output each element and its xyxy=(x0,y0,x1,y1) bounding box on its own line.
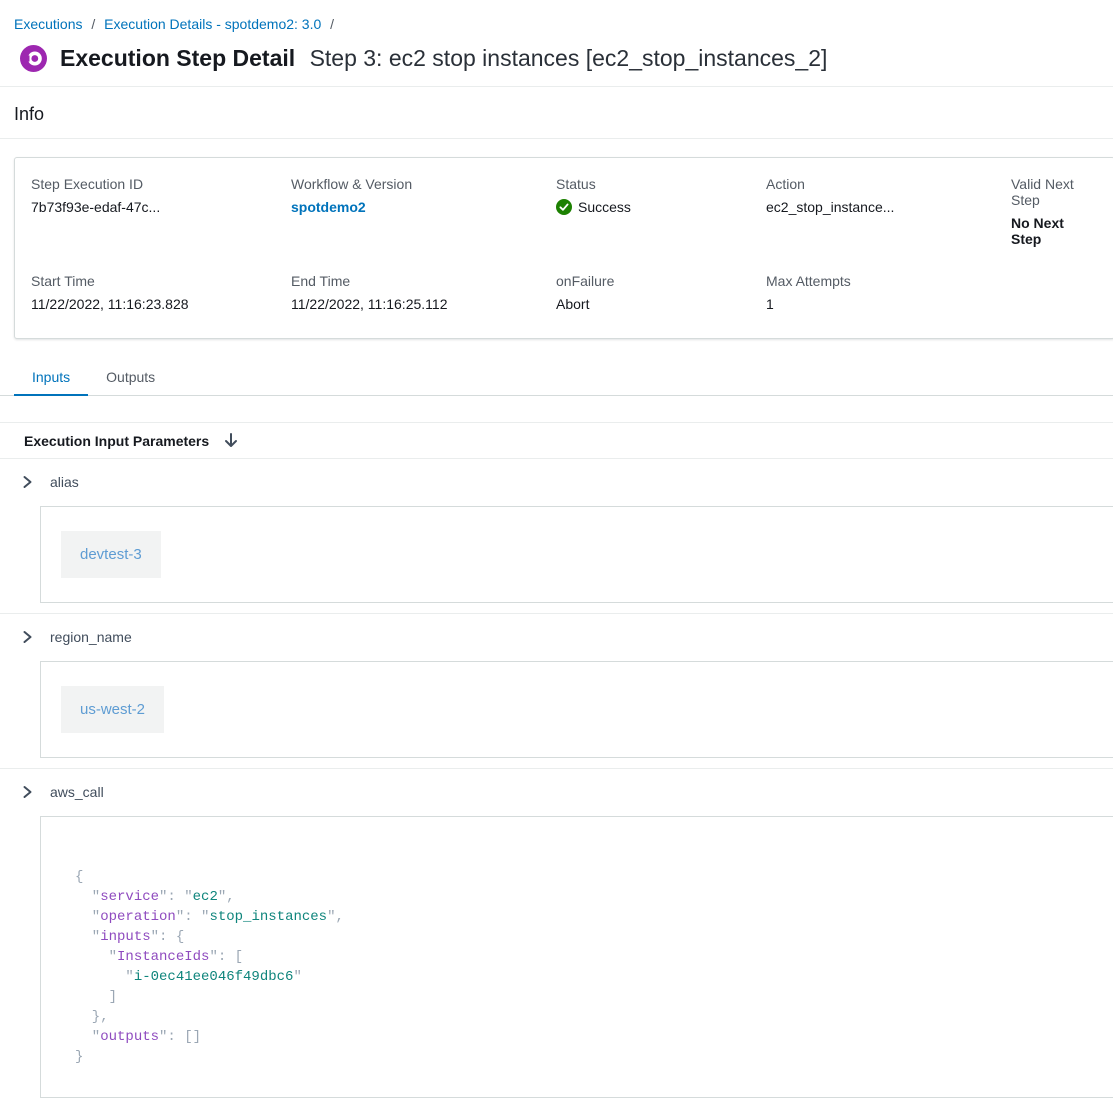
status-text: Success xyxy=(578,199,631,215)
field-value: 11/22/2022, 11:16:23.828 xyxy=(31,296,291,312)
field-label: End Time xyxy=(291,273,556,289)
chevron-right-icon xyxy=(22,785,33,799)
field-status: Status Success xyxy=(556,176,766,247)
field-end-time: End Time 11/22/2022, 11:16:25.112 xyxy=(291,273,556,312)
field-label: Valid Next Step xyxy=(1011,176,1098,208)
tab-inputs[interactable]: Inputs xyxy=(14,363,88,395)
info-divider xyxy=(0,138,1113,139)
arrow-down-icon[interactable] xyxy=(223,432,239,449)
aws-call-json-viewer: { "service": "ec2", "operation": "stop_i… xyxy=(75,867,1098,1067)
param-value-alias: devtest-3 xyxy=(61,531,161,578)
field-max-attempts: Max Attempts 1 xyxy=(766,273,1011,312)
app-logo-icon xyxy=(20,45,47,72)
field-label: Start Time xyxy=(31,273,291,289)
field-value: No Next Step xyxy=(1011,215,1098,247)
chevron-right-icon xyxy=(22,475,33,489)
param-row-alias[interactable]: alias xyxy=(0,459,1113,503)
breadcrumb-link-executions[interactable]: Executions xyxy=(14,16,82,32)
param-name-aws-call: aws_call xyxy=(50,784,104,800)
field-onfailure: onFailure Abort xyxy=(556,273,766,312)
param-value-region-name: us-west-2 xyxy=(61,686,164,733)
param-name-alias: alias xyxy=(50,474,79,490)
workflow-version-link[interactable]: spotdemo2 xyxy=(291,199,556,215)
page-header: Execution Step Detail Step 3: ec2 stop i… xyxy=(0,32,1113,72)
execution-step-detail-page: Executions / Execution Details - spotdem… xyxy=(0,0,1113,1098)
field-label: Action xyxy=(766,176,1011,192)
field-label: onFailure xyxy=(556,273,766,289)
execution-input-parameters-title: Execution Input Parameters xyxy=(24,433,209,449)
breadcrumb: Executions / Execution Details - spotdem… xyxy=(0,0,1113,32)
field-label: Max Attempts xyxy=(766,273,1011,289)
status-success-icon xyxy=(556,199,572,215)
param-value-box-alias: devtest-3 xyxy=(40,506,1113,603)
chevron-right-icon xyxy=(22,630,33,644)
param-name-region-name: region_name xyxy=(50,629,132,645)
execution-input-parameters-header: Execution Input Parameters xyxy=(0,422,1113,459)
field-label: Step Execution ID xyxy=(31,176,291,192)
field-value: 11/22/2022, 11:16:25.112 xyxy=(291,296,556,312)
param-value-box-region-name: us-west-2 xyxy=(40,661,1113,758)
info-card: Step Execution ID 7b73f93e-edaf-47c... W… xyxy=(14,157,1113,339)
tabs: Inputs Outputs xyxy=(0,363,1113,396)
page-subtitle: Step 3: ec2 stop instances [ec2_stop_ins… xyxy=(310,45,828,71)
field-valid-next-step: Valid Next Step No Next Step xyxy=(1011,176,1098,247)
param-value-box-aws-call: { "service": "ec2", "operation": "stop_i… xyxy=(40,816,1113,1098)
breadcrumb-separator: / xyxy=(91,16,95,32)
info-section-title: Info xyxy=(0,87,1113,138)
breadcrumb-link-execution-details[interactable]: Execution Details - spotdemo2: 3.0 xyxy=(104,16,321,32)
field-start-time: Start Time 11/22/2022, 11:16:23.828 xyxy=(31,273,291,312)
tab-outputs[interactable]: Outputs xyxy=(88,363,173,395)
field-value: 1 xyxy=(766,296,1011,312)
field-action: Action ec2_stop_instance... xyxy=(766,176,1011,247)
field-value: Abort xyxy=(556,296,766,312)
field-step-execution-id: Step Execution ID 7b73f93e-edaf-47c... xyxy=(31,176,291,247)
field-label: Workflow & Version xyxy=(291,176,556,192)
param-row-region-name[interactable]: region_name xyxy=(0,614,1113,658)
field-value: ec2_stop_instance... xyxy=(766,199,1011,215)
breadcrumb-separator: / xyxy=(330,16,334,32)
field-workflow-version: Workflow & Version spotdemo2 xyxy=(291,176,556,247)
param-row-aws-call[interactable]: aws_call xyxy=(0,769,1113,813)
field-value: 7b73f93e-edaf-47c... xyxy=(31,199,291,215)
page-title: Execution Step Detail xyxy=(60,45,295,71)
field-label: Status xyxy=(556,176,766,192)
